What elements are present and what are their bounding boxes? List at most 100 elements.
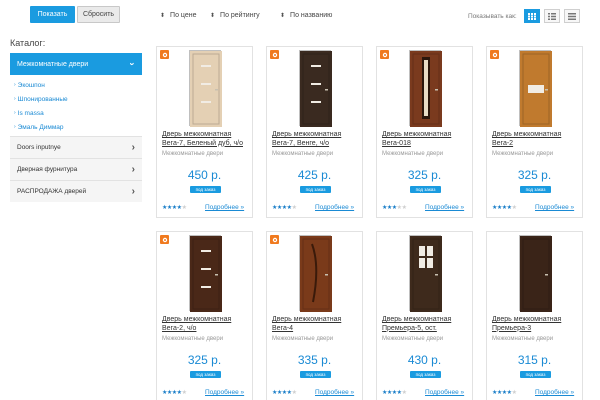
product-category: Межкомнатные двери — [162, 336, 224, 342]
reset-button[interactable]: Сбросить — [77, 6, 120, 23]
chevron-right-icon: › — [131, 186, 135, 197]
product-image[interactable] — [157, 235, 252, 313]
sort-by-price[interactable]: ⬍ По цене — [160, 12, 196, 19]
catalog-title: Каталог: — [10, 38, 46, 48]
catalog-subitem[interactable]: › Экошпон — [14, 78, 142, 92]
order-badge: под заказ — [190, 186, 221, 193]
product-card[interactable]: Дверь межкомнатная Вега-2, ч/о Межкомнатн… — [156, 231, 253, 400]
bullet-icon: › — [14, 110, 16, 116]
product-image[interactable] — [267, 235, 362, 313]
product-card[interactable]: Дверь межкомнатная Премьера-5, ост. Межко… — [376, 231, 473, 400]
details-link[interactable]: Подробнее » — [205, 204, 244, 211]
details-link[interactable]: Подробнее » — [205, 389, 244, 396]
door-image — [408, 235, 442, 312]
list-view-button[interactable] — [544, 9, 560, 23]
product-category: Межкомнатные двери — [492, 151, 554, 157]
product-name-link[interactable]: Дверь межкомнатная Вега-018 — [382, 131, 470, 148]
door-image — [188, 235, 222, 312]
product-image[interactable] — [487, 235, 582, 313]
rating-stars: ★★★★★ — [382, 389, 407, 396]
catalog-subitem[interactable]: › Is massa — [14, 106, 142, 120]
star-icon: ★ — [401, 390, 407, 396]
product-card[interactable]: Дверь межкомнатная Вега-7, Венге, ч/о Меж… — [266, 46, 363, 218]
show-button[interactable]: Показать — [30, 6, 75, 23]
product-category: Межкомнатные двери — [272, 151, 334, 157]
product-price: 325 р. — [407, 168, 442, 182]
product-category: Межкомнатные двери — [272, 336, 334, 342]
bullet-icon: › — [14, 124, 16, 130]
product-card[interactable]: Дверь межкомнатная Вега-7, Беленый дуб, … — [156, 46, 253, 218]
order-badge: под заказ — [520, 371, 551, 378]
order-badge: под заказ — [190, 371, 221, 378]
catalog-page: Показать Сбросить Каталог: Межкомнатные … — [0, 0, 600, 400]
product-price: 335 р. — [297, 353, 332, 367]
rating-stars: ★★★★★ — [162, 389, 187, 396]
sort-by-name[interactable]: ⬍ По названию — [280, 12, 332, 19]
details-link[interactable]: Подробнее » — [425, 204, 464, 211]
sort-arrows-icon: ⬍ — [160, 13, 166, 19]
details-link[interactable]: Подробнее » — [315, 204, 354, 211]
details-link[interactable]: Подробнее » — [315, 389, 354, 396]
star-icon: ★ — [511, 390, 517, 396]
product-category: Межкомнатные двери — [382, 151, 444, 157]
product-price: 430 р. — [407, 353, 442, 367]
door-image — [188, 50, 222, 127]
product-image[interactable] — [377, 50, 472, 128]
order-badge: под заказ — [410, 371, 441, 378]
star-icon: ★ — [511, 205, 517, 211]
door-image — [518, 50, 552, 127]
product-price: 425 р. — [297, 168, 332, 182]
catalog-item-label: Межкомнатные двери — [17, 60, 89, 68]
product-price: 325 р. — [187, 353, 222, 367]
door-image — [298, 235, 332, 312]
star-icon: ★ — [181, 390, 187, 396]
product-image[interactable] — [157, 50, 252, 128]
product-name-link[interactable]: Дверь межкомнатная Премьера-5, ост. — [382, 316, 470, 333]
grid-view-button[interactable] — [524, 9, 540, 23]
bullet-icon: › — [14, 82, 16, 88]
product-image[interactable] — [487, 50, 582, 128]
product-image[interactable] — [377, 235, 472, 313]
product-card[interactable]: Дверь межкомнатная Вега-018 Межкомнатные … — [376, 46, 473, 218]
product-card[interactable]: Дверь межкомнатная Вега-4 Межкомнатные дв… — [266, 231, 363, 400]
catalog-subitems: › Экошпон › Шпонированные › Is massa › Эмаль… — [10, 75, 142, 136]
product-card[interactable]: Дверь межкомнатная Премьера-3 Межкомнатны… — [486, 231, 583, 400]
details-link[interactable]: Подробнее » — [535, 389, 574, 396]
product-name-link[interactable]: Дверь межкомнатная Вега-7, Беленый дуб, … — [162, 131, 250, 148]
table-view-icon — [568, 12, 576, 20]
catalog-subitem[interactable]: › Шпонированные — [14, 92, 142, 106]
view-mode-label: Показывать как: — [468, 13, 517, 20]
product-name-link[interactable]: Дверь межкомнатная Премьера-3 — [492, 316, 580, 333]
product-name-link[interactable]: Дверь межкомнатная Вега-4 — [272, 316, 360, 333]
star-icon: ★ — [181, 205, 187, 211]
grid-view-icon — [528, 12, 536, 20]
catalog-item[interactable]: РАСПРОДАЖА дверей › — [10, 180, 142, 202]
door-image — [518, 235, 552, 312]
catalog-menu: Межкомнатные двери › › Экошпон › Шпонирова… — [10, 53, 142, 202]
bullet-icon: › — [14, 96, 16, 102]
details-link[interactable]: Подробнее » — [425, 389, 464, 396]
product-category: Межкомнатные двери — [162, 151, 224, 157]
order-badge: под заказ — [300, 186, 331, 193]
star-icon: ★ — [291, 205, 297, 211]
product-price: 315 р. — [517, 353, 552, 367]
product-name-link[interactable]: Дверь межкомнатная Вега-2, ч/о — [162, 316, 250, 333]
list-view-icon — [548, 12, 556, 20]
sort-by-rating[interactable]: ⬍ По рейтингу — [210, 12, 260, 19]
door-image — [298, 50, 332, 127]
rating-stars: ★★★★★ — [272, 204, 297, 211]
product-card[interactable]: Дверь межкомнатная Вега-2 Межкомнатные дв… — [486, 46, 583, 218]
chevron-down-icon: › — [127, 62, 138, 66]
catalog-item-interior-doors[interactable]: Межкомнатные двери › — [10, 53, 142, 75]
product-image[interactable] — [267, 50, 362, 128]
star-icon: ★ — [291, 390, 297, 396]
product-name-link[interactable]: Дверь межкомнатная Вега-2 — [492, 131, 580, 148]
order-badge: под заказ — [410, 186, 441, 193]
product-name-link[interactable]: Дверь межкомнатная Вега-7, Венге, ч/о — [272, 131, 360, 148]
catalog-item[interactable]: Дверная фурнитура › — [10, 158, 142, 180]
catalog-item[interactable]: Doors inputnye › — [10, 136, 142, 158]
catalog-subitem[interactable]: › Эмаль Диммар — [14, 120, 142, 134]
order-badge: под заказ — [520, 186, 551, 193]
details-link[interactable]: Подробнее » — [535, 204, 574, 211]
table-view-button[interactable] — [564, 9, 580, 23]
